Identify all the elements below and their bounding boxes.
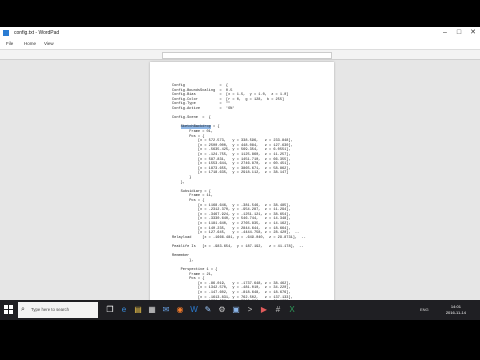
wordpad-app-icon[interactable]	[3, 30, 9, 36]
line-text	[172, 125, 181, 129]
document-line: Relayload [x = -1666.481, y = -649.040, …	[172, 236, 306, 241]
ruler-track	[162, 52, 332, 59]
document-line: Config.Scene = {	[172, 116, 211, 121]
tray-language[interactable]: ENG	[420, 300, 429, 320]
line-text: },	[172, 180, 185, 185]
title-bar[interactable]: config.txt - WordPad – □ ✕	[0, 27, 480, 39]
line-text: [x = -147.602, y = -818.648, z = 18.676]…	[172, 291, 291, 295]
line-text: [x = -1613.831, y = 762.502, z = 137.133…	[172, 295, 293, 300]
line-text: Config.Bias = [x = 1.5, y = 1.0, z = 1.0…	[172, 93, 289, 98]
line-text: Frame = 01,	[172, 130, 213, 134]
line-text: Frame = 21,	[172, 272, 213, 277]
photos-icon[interactable]: ▣	[230, 304, 242, 316]
line-text: Pos = {	[172, 199, 205, 203]
wordpad-icon[interactable]: W	[188, 304, 200, 316]
line-text: [x = 1553.644, y = 2746.870, z = 60.451]…	[172, 162, 291, 167]
menu-view[interactable]: View	[44, 40, 54, 48]
line-text: Relayload [x = -1666.481, y = -649.040, …	[172, 235, 306, 240]
line-text-after: = {	[210, 125, 220, 130]
menu-bar: File Home View	[0, 39, 480, 50]
line-text: Config = {	[172, 84, 229, 88]
maximize-button[interactable]: □	[452, 27, 466, 39]
close-button[interactable]: ✕	[466, 27, 480, 39]
screen: config.txt - WordPad – □ ✕ File Home Vie…	[0, 27, 480, 320]
terminal-icon[interactable]: >	[244, 304, 256, 316]
line-text: Pos = {	[172, 277, 205, 282]
selected-text[interactable]: SketchBackdrop	[180, 125, 211, 130]
line-text: }	[172, 176, 192, 180]
settings-icon[interactable]: ⚙	[216, 304, 228, 316]
firefox-icon[interactable]: ◉	[174, 304, 186, 316]
line-text: Config.Type = ""	[172, 102, 231, 107]
taskbar: ⌕ Type here to search ❐ e ▤ ▦ ✉ ◉ W ✎ ⚙ ▣ > ▶ # X ENG…	[0, 300, 480, 320]
window-title: config.txt - WordPad	[14, 30, 60, 36]
line-text: [x = 1181.640, y = 2765.835, z = 14.162]…	[172, 222, 291, 226]
line-text: [x = -5635.425, y = 569.354, z = 6.0551]…	[172, 148, 291, 153]
ruler[interactable]	[0, 50, 480, 60]
store-icon[interactable]: ▦	[146, 304, 158, 316]
line-text: [x = -3330.640, y = 546.744, z = 14.348]…	[172, 217, 291, 222]
search-placeholder: Type here to search	[31, 307, 69, 312]
line-text: [x = 1168.646, y = -381.546, z = 38.485]…	[172, 203, 291, 208]
document-page[interactable]: Config = {Config.BoundsScaling = 0.5 Conf…	[150, 62, 334, 320]
taskbar-search-box[interactable]: ⌕ Type here to search	[18, 302, 98, 318]
excel-icon[interactable]: X	[286, 304, 298, 316]
line-text: },	[172, 258, 194, 263]
line-text: Peaklife Is [x = -983.654, y = 187.192, …	[172, 245, 304, 249]
document-line: Peaklife Is [x = -983.654, y = 187.192, …	[172, 245, 304, 250]
windows-start-icon[interactable]	[4, 305, 14, 315]
paint-icon[interactable]: ✎	[202, 304, 214, 316]
menu-home[interactable]: Home	[24, 40, 36, 48]
clock[interactable]: 14:01 2016-11-14	[446, 304, 466, 316]
line-text: Config.Active = 'ON'	[172, 107, 235, 111]
task-view-icon[interactable]: ❐	[104, 304, 116, 316]
line-text: [x = -2312.370, y = -954.287, z = 11.294…	[172, 208, 291, 213]
line-text: [x = -124.755, y = 1125.860, z = 11.257]…	[172, 153, 291, 157]
line-text: [x = 140.235, y = 2844.644, z = 18.664],	[172, 226, 291, 231]
line-text: Pos = {	[172, 134, 205, 139]
line-text: Perspective 1 = {	[172, 268, 218, 272]
minimize-button[interactable]: –	[438, 27, 452, 39]
line-text: Remember	[172, 254, 190, 259]
line-text: [x = 572.573, y = 338.596, z = 233.848],	[172, 139, 293, 144]
document-line: },	[172, 258, 194, 264]
edge-icon[interactable]: e	[118, 304, 130, 316]
mail-icon[interactable]: ✉	[160, 304, 172, 316]
calculator-icon[interactable]: #	[272, 304, 284, 316]
file-explorer-icon[interactable]: ▤	[132, 304, 144, 316]
menu-file[interactable]: File	[6, 40, 13, 48]
line-text: [x = 1342.570, y = -481.010, z = 34.220]…	[172, 286, 291, 291]
document-line: },	[172, 181, 185, 186]
line-text: Frame = 11,	[172, 194, 213, 199]
line-text: [x = 1718.635, y = 2918.112, z = 38.147]	[172, 171, 289, 176]
line-text: [x = 127.645, y = -4444.758, z = 28.420]…	[172, 231, 300, 236]
search-icon: ⌕	[21, 306, 25, 313]
media-icon[interactable]: ▶	[258, 304, 270, 316]
line-text: Config.Scene = {	[172, 116, 211, 121]
line-text: Config.BoundsScaling = 0.5	[172, 88, 233, 93]
clock-date: 2016-11-14	[445, 310, 466, 315]
document-line: Config.Active = 'ON'	[172, 107, 235, 112]
line-text: [x = 587.831, y = 1451.710, z = 66.355],	[172, 157, 291, 162]
